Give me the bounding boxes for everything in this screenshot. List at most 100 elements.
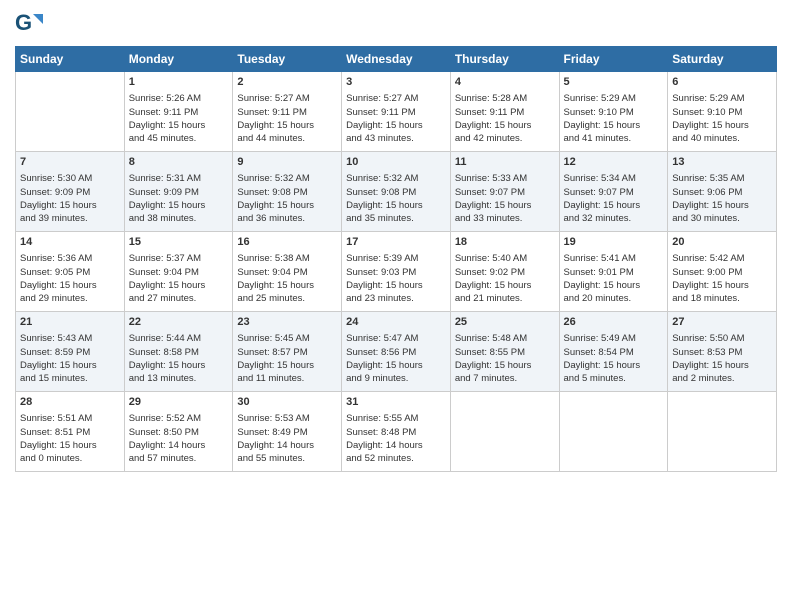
calendar-cell: 27Sunrise: 5:50 AMSunset: 8:53 PMDayligh… bbox=[668, 312, 777, 392]
week-row-1: 1Sunrise: 5:26 AMSunset: 9:11 PMDaylight… bbox=[16, 72, 777, 152]
day-number: 18 bbox=[455, 235, 555, 250]
day-number: 7 bbox=[20, 155, 120, 170]
cell-content: Sunset: 9:09 PM bbox=[20, 186, 120, 199]
cell-content: Daylight: 15 hours bbox=[672, 199, 772, 212]
cell-content: Sunset: 9:04 PM bbox=[237, 266, 337, 279]
cell-content: Daylight: 15 hours bbox=[455, 119, 555, 132]
day-number: 28 bbox=[20, 395, 120, 410]
header-cell-tuesday: Tuesday bbox=[233, 47, 342, 72]
day-number: 24 bbox=[346, 315, 446, 330]
header-cell-monday: Monday bbox=[124, 47, 233, 72]
cell-content: Sunset: 9:02 PM bbox=[455, 266, 555, 279]
cell-content: Sunset: 9:11 PM bbox=[455, 106, 555, 119]
cell-content: Sunset: 9:07 PM bbox=[455, 186, 555, 199]
calendar-cell: 18Sunrise: 5:40 AMSunset: 9:02 PMDayligh… bbox=[450, 232, 559, 312]
day-number: 20 bbox=[672, 235, 772, 250]
cell-content: Daylight: 15 hours bbox=[672, 359, 772, 372]
calendar-cell: 29Sunrise: 5:52 AMSunset: 8:50 PMDayligh… bbox=[124, 392, 233, 472]
cell-content: Sunset: 9:11 PM bbox=[129, 106, 229, 119]
cell-content: Daylight: 15 hours bbox=[20, 279, 120, 292]
cell-content: and 2 minutes. bbox=[672, 372, 772, 385]
cell-content: Daylight: 15 hours bbox=[564, 199, 664, 212]
cell-content: Sunset: 8:54 PM bbox=[564, 346, 664, 359]
cell-content: Sunrise: 5:26 AM bbox=[129, 92, 229, 105]
cell-content: and 30 minutes. bbox=[672, 212, 772, 225]
cell-content: Sunrise: 5:48 AM bbox=[455, 332, 555, 345]
calendar-cell: 21Sunrise: 5:43 AMSunset: 8:59 PMDayligh… bbox=[16, 312, 125, 392]
day-number: 16 bbox=[237, 235, 337, 250]
cell-content: and 25 minutes. bbox=[237, 292, 337, 305]
cell-content: Sunrise: 5:38 AM bbox=[237, 252, 337, 265]
cell-content: and 27 minutes. bbox=[129, 292, 229, 305]
cell-content: Sunrise: 5:47 AM bbox=[346, 332, 446, 345]
day-number: 19 bbox=[564, 235, 664, 250]
day-number: 10 bbox=[346, 155, 446, 170]
cell-content: Sunrise: 5:51 AM bbox=[20, 412, 120, 425]
calendar-cell: 19Sunrise: 5:41 AMSunset: 9:01 PMDayligh… bbox=[559, 232, 668, 312]
cell-content: Sunrise: 5:36 AM bbox=[20, 252, 120, 265]
day-number: 17 bbox=[346, 235, 446, 250]
calendar-cell: 10Sunrise: 5:32 AMSunset: 9:08 PMDayligh… bbox=[342, 152, 451, 232]
cell-content: Daylight: 15 hours bbox=[129, 359, 229, 372]
cell-content: Sunrise: 5:52 AM bbox=[129, 412, 229, 425]
cell-content: and 55 minutes. bbox=[237, 452, 337, 465]
week-row-5: 28 Sunrise: 5:51 AMSunset: 8:51 PM Dayligh… bbox=[16, 392, 777, 472]
week-row-3: 14Sunrise: 5:36 AMSunset: 9:05 PMDayligh… bbox=[16, 232, 777, 312]
cell-content: Sunset: 9:00 PM bbox=[672, 266, 772, 279]
cell-content: Sunset: 9:10 PM bbox=[564, 106, 664, 119]
cell-content: and 43 minutes. bbox=[346, 132, 446, 145]
cell-content: Sunset: 9:07 PM bbox=[564, 186, 664, 199]
cell-content: Sunset: 9:04 PM bbox=[129, 266, 229, 279]
header-row: SundayMondayTuesdayWednesdayThursdayFrid… bbox=[16, 47, 777, 72]
cell-content: Daylight: 15 hours bbox=[129, 279, 229, 292]
cell-content: Sunrise: 5:37 AM bbox=[129, 252, 229, 265]
day-number: 23 bbox=[237, 315, 337, 330]
calendar-cell: 9Sunrise: 5:32 AMSunset: 9:08 PMDaylight… bbox=[233, 152, 342, 232]
cell-content: Daylight: 15 hours bbox=[346, 279, 446, 292]
cell-content: Sunset: 8:51 PM bbox=[20, 426, 120, 439]
cell-content: and 20 minutes. bbox=[564, 292, 664, 305]
cell-content: Daylight: 15 hours bbox=[237, 279, 337, 292]
cell-content: and 38 minutes. bbox=[129, 212, 229, 225]
day-number: 6 bbox=[672, 75, 772, 90]
cell-content: and 13 minutes. bbox=[129, 372, 229, 385]
cell-content: Sunrise: 5:33 AM bbox=[455, 172, 555, 185]
calendar-cell: 28Sunrise: 5:51 AMSunset: 8:51 PMDayligh… bbox=[16, 392, 125, 472]
calendar-cell: 5Sunrise: 5:29 AMSunset: 9:10 PMDaylight… bbox=[559, 72, 668, 152]
cell-content: and 39 minutes. bbox=[20, 212, 120, 225]
day-number: 8 bbox=[129, 155, 229, 170]
day-number: 1 bbox=[129, 75, 229, 90]
calendar-cell: 2Sunrise: 5:27 AMSunset: 9:11 PMDaylight… bbox=[233, 72, 342, 152]
cell-content: Daylight: 15 hours bbox=[20, 199, 120, 212]
day-number: 27 bbox=[672, 315, 772, 330]
day-number: 31 bbox=[346, 395, 446, 410]
cell-content: Sunset: 8:59 PM bbox=[20, 346, 120, 359]
cell-content: Sunset: 8:56 PM bbox=[346, 346, 446, 359]
calendar-cell: 1 Sunrise: 5:26 AMSunset: 9:11 PMDaylight… bbox=[124, 72, 233, 152]
main-container: G SundayMondayTuesdayWednesdayThursdayFr… bbox=[0, 0, 792, 612]
cell-content: Sunset: 9:08 PM bbox=[237, 186, 337, 199]
cell-content: Sunrise: 5:27 AM bbox=[237, 92, 337, 105]
cell-content: and 29 minutes. bbox=[20, 292, 120, 305]
cell-content: Daylight: 14 hours bbox=[346, 439, 446, 452]
cell-content: Daylight: 15 hours bbox=[237, 199, 337, 212]
cell-content: and 36 minutes. bbox=[237, 212, 337, 225]
cell-content: Daylight: 15 hours bbox=[129, 199, 229, 212]
calendar-cell bbox=[668, 392, 777, 472]
day-number: 3 bbox=[346, 75, 446, 90]
header: G bbox=[15, 10, 777, 38]
cell-content: and 5 minutes. bbox=[564, 372, 664, 385]
calendar-cell bbox=[450, 392, 559, 472]
cell-content: Daylight: 15 hours bbox=[346, 199, 446, 212]
day-number: 5 bbox=[564, 75, 664, 90]
day-number: 11 bbox=[455, 155, 555, 170]
cell-content: Sunrise: 5:35 AM bbox=[672, 172, 772, 185]
cell-content: Daylight: 15 hours bbox=[455, 199, 555, 212]
logo-icon: G bbox=[15, 10, 43, 38]
cell-content: and 44 minutes. bbox=[237, 132, 337, 145]
cell-content: Sunrise: 5:43 AM bbox=[20, 332, 120, 345]
calendar-cell: 3Sunrise: 5:27 AMSunset: 9:11 PMDaylight… bbox=[342, 72, 451, 152]
cell-content: Daylight: 15 hours bbox=[564, 359, 664, 372]
cell-content: Daylight: 15 hours bbox=[129, 119, 229, 132]
calendar-cell bbox=[16, 72, 125, 152]
